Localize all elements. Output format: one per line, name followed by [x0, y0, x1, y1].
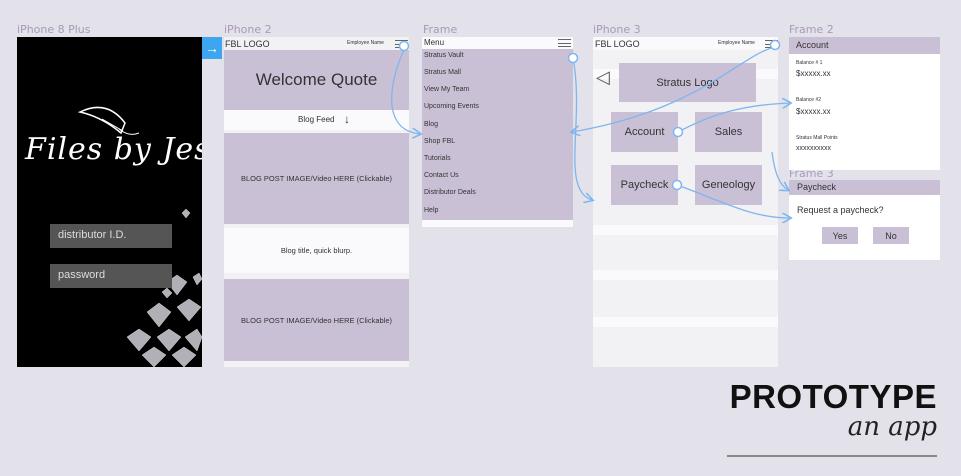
- dashboard-screen: FBL LOGO Employee Name ◁ Stratus Logo Ac…: [593, 37, 778, 367]
- sales-tile[interactable]: Sales: [695, 112, 762, 152]
- home-menu-icon[interactable]: [395, 40, 408, 48]
- blog-post-1[interactable]: BLOG POST IMAGE/Video HERE (Clickable): [224, 133, 409, 224]
- menu-item-tutorials[interactable]: Tutorials: [424, 155, 451, 162]
- arrow-menu-to-dashboard: [572, 57, 592, 200]
- frame-label-menu: Frame: [423, 23, 458, 36]
- prototype-subtitle: an app: [847, 412, 937, 442]
- welcome-quote: Welcome Quote: [224, 50, 409, 110]
- frame-label-frame2: Frame 2: [789, 23, 834, 36]
- login-logo-text: Files by Jess: [25, 132, 202, 167]
- password-input[interactable]: password: [50, 264, 172, 288]
- paycheck-yes-button[interactable]: Yes: [822, 227, 858, 244]
- menu-item-stratus-mall[interactable]: Stratus Mall: [424, 69, 461, 76]
- account-title: Account: [796, 40, 829, 50]
- balance2-value: $xxxxx.xx: [796, 107, 831, 116]
- blog-blurb[interactable]: Blog title, quick blurp.: [224, 228, 409, 273]
- menu-item-stratus-vault[interactable]: Stratus Vault: [424, 52, 464, 59]
- footer-divider: [727, 455, 937, 457]
- menu-item-view-my-team[interactable]: View My Team: [424, 86, 469, 93]
- dashboard-menu-icon[interactable]: [765, 40, 778, 48]
- points-value: xxxxxxxxxx: [796, 145, 831, 152]
- frame-label-iphone8plus: iPhone 8 Plus: [17, 23, 91, 36]
- points-label: Stratus Mall Points: [796, 135, 838, 141]
- login-screen: Files by Jess distributor I.D. password: [17, 37, 202, 367]
- paycheck-title: Paycheck: [797, 182, 837, 192]
- login-logo: [77, 106, 202, 367]
- blog-post-2[interactable]: BLOG POST IMAGE/Video HERE (Clickable): [224, 279, 409, 361]
- paycheck-tile[interactable]: Paycheck: [611, 165, 678, 205]
- menu-item-upcoming-events[interactable]: Upcoming Events: [424, 103, 479, 110]
- balance1-label: Balance # 1: [796, 60, 823, 66]
- home-employee-name: Employee Name: [347, 40, 384, 46]
- account-frame: Account Balance # 1 $xxxxx.xx Balance #2…: [789, 37, 940, 170]
- menu-item-distributor-deals[interactable]: Distributor Deals: [424, 189, 476, 196]
- balance2-label: Balance #2: [796, 97, 822, 103]
- home-screen: FBL LOGO Employee Name Welcome Quote Blo…: [224, 37, 409, 367]
- blog-feed-arrow-icon: ↓: [344, 112, 350, 126]
- distributor-id-input[interactable]: distributor I.D.: [50, 224, 172, 248]
- paycheck-question: Request a paycheck?: [797, 205, 884, 215]
- frame-label-iphone3: iPhone 3: [593, 23, 641, 36]
- prototype-title: PROTOTYPE: [729, 378, 937, 415]
- balance1-value: $xxxxx.xx: [796, 69, 831, 78]
- menu-item-contact-us[interactable]: Contact Us: [424, 172, 459, 179]
- geneology-tile[interactable]: Geneology: [695, 165, 762, 205]
- paycheck-frame: Paycheck Request a paycheck? Yes No: [789, 180, 940, 260]
- stratus-logo: Stratus Logo: [619, 63, 756, 102]
- login-next-button[interactable]: →: [202, 37, 222, 59]
- dashboard-logo: FBL LOGO: [595, 39, 640, 49]
- account-tile[interactable]: Account: [611, 112, 678, 152]
- menu-item-blog[interactable]: Blog: [424, 121, 438, 128]
- paycheck-no-button[interactable]: No: [873, 227, 909, 244]
- blog-feed-label: Blog Feed: [298, 115, 335, 124]
- menu-close-icon[interactable]: [558, 39, 571, 47]
- dashboard-employee-name: Employee Name: [718, 40, 755, 46]
- menu-item-shop-fbl[interactable]: Shop FBL: [424, 138, 455, 145]
- menu-title: Menu: [424, 38, 445, 47]
- menu-item-help[interactable]: Help: [424, 207, 438, 214]
- home-logo: FBL LOGO: [225, 39, 270, 49]
- menu-frame: Menu Stratus Vault Stratus Mall View My …: [422, 37, 573, 227]
- frame-label-iphone2: iPhone 2: [224, 23, 272, 36]
- back-icon[interactable]: ◁: [596, 67, 610, 88]
